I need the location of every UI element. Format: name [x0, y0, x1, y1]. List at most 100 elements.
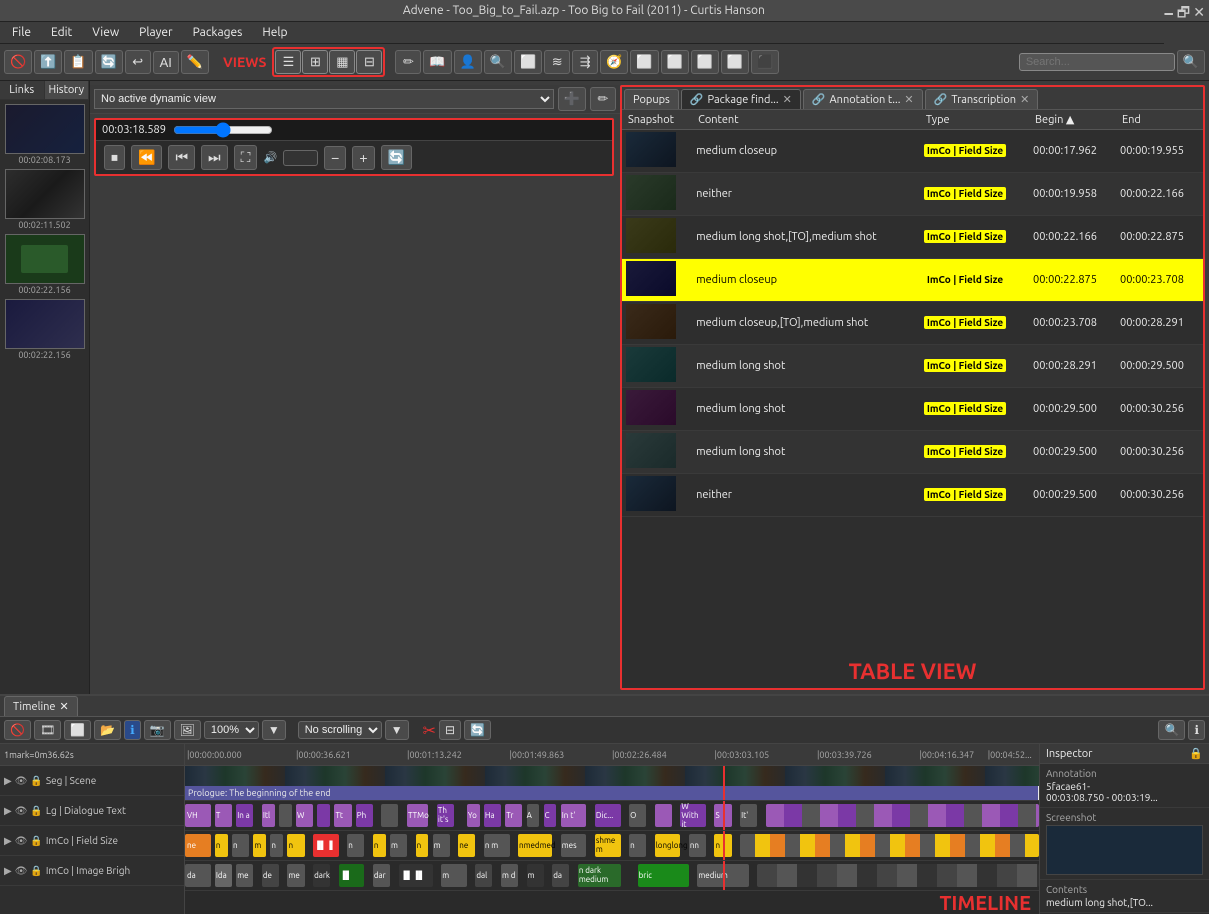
- table-row[interactable]: neither ImCo | Field Size 00:00:29.500 0…: [622, 474, 1203, 517]
- close-icon[interactable]: ✕: [1020, 93, 1029, 106]
- toolbar-search-go[interactable]: 🔍: [1177, 50, 1205, 74]
- col-end[interactable]: End: [1116, 110, 1203, 130]
- close-icon[interactable]: ✕: [783, 93, 792, 106]
- fullscreen-btn[interactable]: ⛶: [234, 145, 258, 170]
- refresh-btn[interactable]: 🔄: [381, 145, 412, 170]
- tab-transcription[interactable]: 🔗 Transcription ✕: [925, 89, 1039, 109]
- lock-icon[interactable]: 🔒: [30, 775, 42, 787]
- toolbar-btn-3[interactable]: 🔄: [95, 50, 123, 74]
- list-item[interactable]: 00:02:11.502: [5, 169, 85, 230]
- toolbar-wave-btn[interactable]: ≋: [544, 50, 570, 74]
- eye-icon[interactable]: 👁: [15, 835, 28, 847]
- list-item[interactable]: 00:02:08.173: [5, 104, 85, 165]
- tl-search-btn[interactable]: 🔍: [1158, 720, 1185, 740]
- tl-info-btn[interactable]: ℹ: [124, 720, 141, 740]
- view-btn-list[interactable]: ☰: [275, 50, 301, 74]
- step-fwd-btn[interactable]: ⏭: [201, 145, 228, 170]
- speed-up-btn[interactable]: +: [352, 146, 374, 170]
- toolbar-btn-0[interactable]: 🚫: [4, 50, 32, 74]
- toolbar-sq5-btn[interactable]: ⬛: [751, 50, 779, 74]
- col-begin[interactable]: Begin ▲: [1029, 110, 1116, 130]
- lock-icon[interactable]: 🔒: [1189, 747, 1203, 760]
- eye-icon[interactable]: 👁: [15, 775, 28, 787]
- expand-icon[interactable]: ▶: [4, 835, 12, 847]
- rewind-btn[interactable]: ⏪: [131, 145, 162, 170]
- add-view-btn[interactable]: ➕: [558, 87, 586, 111]
- toolbar-sq2-btn[interactable]: ⬜: [661, 50, 689, 74]
- expand-icon[interactable]: ▶: [4, 775, 12, 787]
- toolbar-btn-2[interactable]: 📋: [64, 50, 92, 74]
- toolbar-book-btn[interactable]: 📖: [423, 50, 451, 74]
- toolbar-search-btn[interactable]: 🔍: [484, 50, 512, 74]
- tl-snap-btn[interactable]: 📷: [144, 720, 171, 740]
- video-scrubber[interactable]: [173, 122, 273, 138]
- toolbar-nav-btn[interactable]: 🧭: [600, 50, 628, 74]
- toolbar-btn-1[interactable]: ⬆️: [34, 50, 62, 74]
- table-row[interactable]: neither ImCo | Field Size 00:00:19.958 0…: [622, 173, 1203, 216]
- tab-annotation-t[interactable]: 🔗 Annotation t... ✕: [803, 89, 923, 109]
- toolbar-btn-ai[interactable]: AI: [153, 51, 179, 74]
- menu-file[interactable]: File: [8, 24, 35, 41]
- toolbar-user-btn[interactable]: 👤: [454, 50, 482, 74]
- view-btn-split[interactable]: ⊞: [302, 50, 328, 74]
- sidebar-tab-links[interactable]: Links: [0, 81, 45, 99]
- tl-zoom-dd-btn[interactable]: ▼: [262, 720, 286, 740]
- close-timeline-icon[interactable]: ✕: [60, 700, 69, 713]
- tl-snap2-btn[interactable]: 🖼: [174, 720, 201, 740]
- tl-scroll-dd-btn[interactable]: ▼: [385, 720, 409, 740]
- speed-down-btn[interactable]: −: [324, 146, 346, 170]
- toolbar-search-input[interactable]: [1019, 53, 1175, 71]
- table-row[interactable]: medium long shot ImCo | Field Size 00:00…: [622, 388, 1203, 431]
- tl-load-btn[interactable]: 📂: [94, 720, 121, 740]
- expand-icon[interactable]: ▶: [4, 805, 12, 817]
- tl-align-btn[interactable]: ⊟: [439, 720, 461, 740]
- brightness-track[interactable]: da Ida me de me dark ▐▌ dar ▐▌▐▌ m dal m…: [185, 861, 1039, 891]
- menu-packages[interactable]: Packages: [189, 24, 247, 41]
- tl-zoom-select[interactable]: 100%: [204, 721, 259, 739]
- toolbar-ann-btn[interactable]: ⬜: [514, 50, 542, 74]
- lock-icon[interactable]: 🔒: [30, 805, 42, 817]
- toolbar-arr-btn[interactable]: ⇶: [572, 50, 598, 74]
- edit-view-btn[interactable]: ✏: [590, 87, 616, 111]
- tab-popups[interactable]: Popups: [624, 89, 679, 109]
- toolbar-sq3-btn[interactable]: ⬜: [691, 50, 719, 74]
- stop-btn[interactable]: ⏹: [104, 145, 125, 170]
- col-snapshot[interactable]: Snapshot: [622, 110, 692, 130]
- toolbar-sq1-btn[interactable]: ⬜: [630, 50, 658, 74]
- tl-rect-btn[interactable]: ⬜: [64, 720, 91, 740]
- expand-icon[interactable]: ▶: [4, 865, 12, 877]
- menu-edit[interactable]: Edit: [47, 24, 76, 41]
- toolbar-btn-pencil[interactable]: ✏️: [181, 50, 209, 74]
- close-icon[interactable]: ✕: [904, 93, 913, 106]
- toolbar-btn-4[interactable]: ↩: [125, 50, 151, 74]
- scene-track[interactable]: Prologue: The beginning of the end: [185, 766, 1039, 801]
- imco-track[interactable]: ne n n m n n ▐▌▐ n n m n m ne n m nmedme…: [185, 831, 1039, 861]
- table-row[interactable]: medium long shot ImCo | Field Size 00:00…: [622, 345, 1203, 388]
- menu-help[interactable]: Help: [258, 24, 291, 41]
- view-btn-full[interactable]: ⊟: [356, 50, 382, 74]
- table-row[interactable]: medium long shot,[TO],medium shot ImCo |…: [622, 216, 1203, 259]
- tl-stop-btn[interactable]: 🚫: [4, 720, 31, 740]
- tab-package-find[interactable]: 🔗 Package find... ✕: [681, 89, 801, 109]
- tl-refresh-btn[interactable]: 🔄: [464, 720, 491, 740]
- tl-film-btn[interactable]: 🎞: [34, 720, 61, 740]
- speed-input[interactable]: 1.0: [283, 150, 318, 166]
- timeline-tab[interactable]: Timeline ✕: [4, 696, 78, 716]
- table-row[interactable]: medium closeup ImCo | Field Size 00:00:2…: [622, 259, 1203, 302]
- view-btn-grid[interactable]: ▦: [329, 50, 355, 74]
- step-back-btn[interactable]: ⏮: [168, 145, 195, 170]
- col-type[interactable]: Type: [920, 110, 1029, 130]
- tl-info2-btn[interactable]: ℹ: [1188, 720, 1205, 740]
- lock-icon[interactable]: 🔒: [30, 865, 42, 877]
- dynamic-view-select[interactable]: No active dynamic view: [94, 89, 554, 109]
- table-row[interactable]: medium long shot ImCo | Field Size 00:00…: [622, 431, 1203, 474]
- eye-icon[interactable]: 👁: [15, 865, 28, 877]
- dialogue-track[interactable]: VH T In a Itl W Tt Ph TTMo Th it's Yo Ha…: [185, 801, 1039, 831]
- list-item[interactable]: 00:02:22.156: [5, 299, 85, 360]
- tl-scroll-select[interactable]: No scrolling: [298, 721, 382, 739]
- eye-icon[interactable]: 👁: [15, 805, 28, 817]
- sidebar-tab-history[interactable]: History: [45, 81, 90, 99]
- toolbar-edit-btn[interactable]: ✏: [395, 50, 421, 74]
- toolbar-sq4-btn[interactable]: ⬜: [721, 50, 749, 74]
- menu-view[interactable]: View: [88, 24, 123, 41]
